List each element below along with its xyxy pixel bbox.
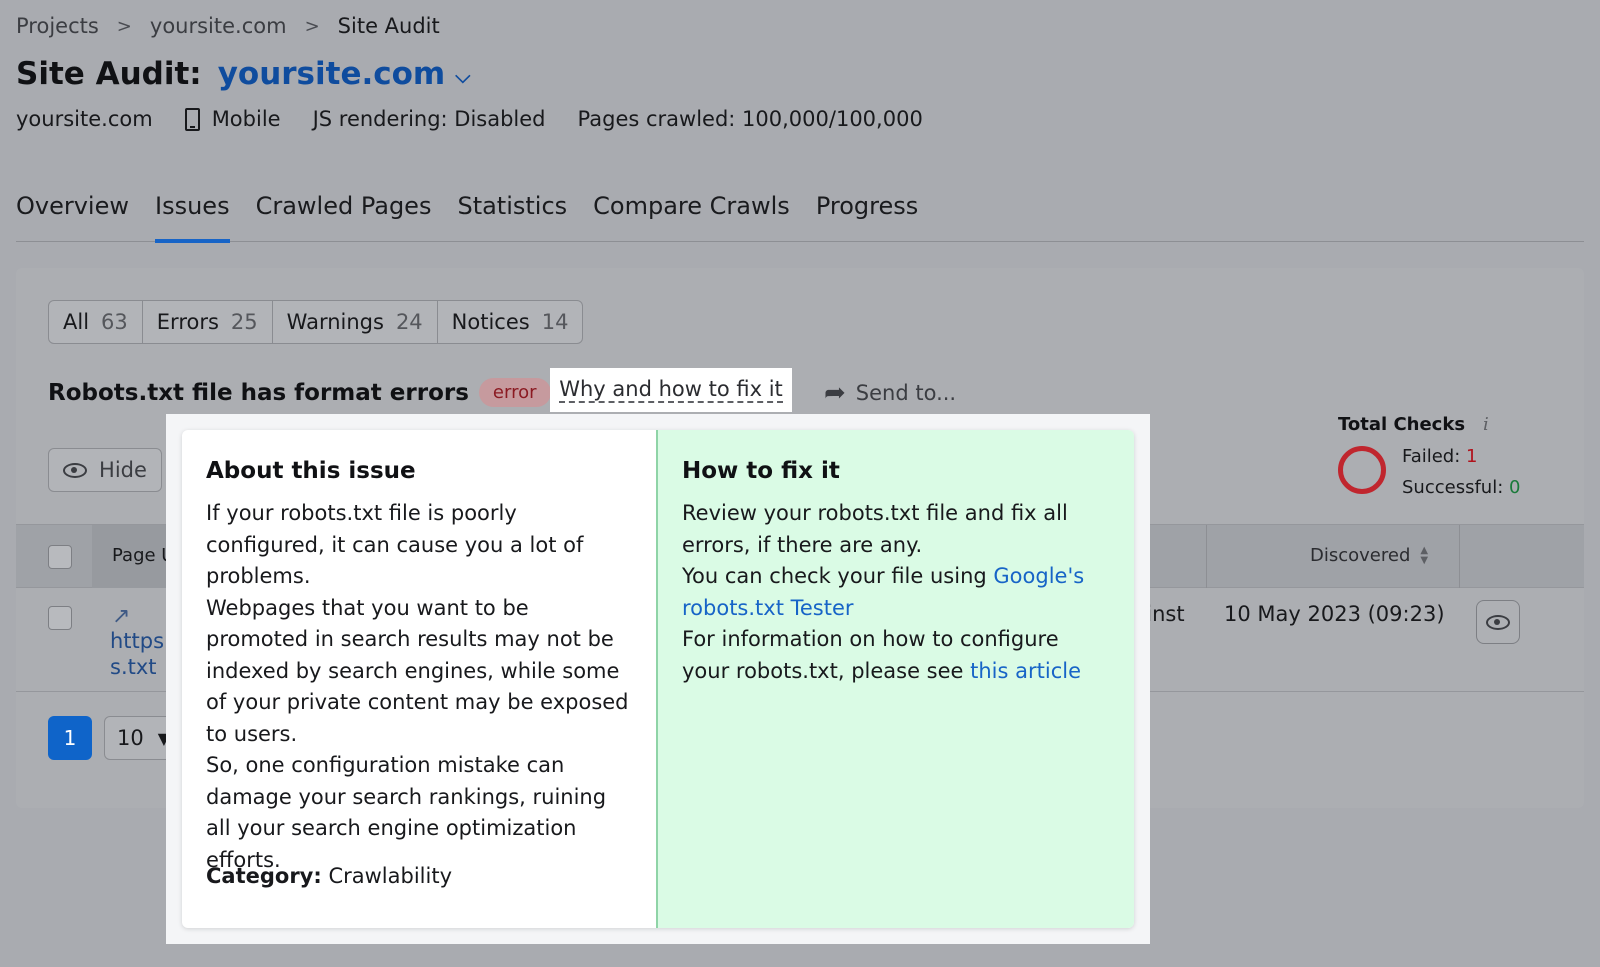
breadcrumb: Projects > yoursite.com > Site Audit	[16, 14, 440, 38]
page-title: Site Audit: yoursite.com ⌵	[16, 56, 470, 92]
total-checks-title: Total Checks i	[1338, 414, 1489, 435]
tab-issues[interactable]: Issues	[155, 184, 230, 243]
issue-filter-group: All 63 Errors 25 Warnings 24 Notices 14	[48, 300, 584, 344]
tab-compare-crawls[interactable]: Compare Crawls	[593, 184, 790, 241]
filter-count: 24	[395, 310, 423, 334]
filter-count: 14	[541, 310, 569, 334]
eye-icon	[63, 462, 88, 478]
domain-selector[interactable]: yoursite.com	[218, 56, 446, 92]
issue-header: Robots.txt file has format errors error	[48, 378, 551, 407]
page-title-prefix: Site Audit:	[16, 56, 202, 92]
issue-category: Category: Crawlability	[206, 864, 452, 888]
view-details-button[interactable]	[1476, 600, 1520, 644]
fix-paragraph: For information on how to configure your…	[682, 624, 1110, 687]
fix-paragraph: Review your robots.txt file and fix all …	[682, 501, 1068, 557]
successful-label: Successful:	[1402, 477, 1504, 498]
select-all-checkbox[interactable]	[48, 545, 72, 569]
send-to-button[interactable]: ➦ Send to...	[824, 378, 956, 408]
mobile-icon	[184, 107, 200, 131]
about-issue-title: About this issue	[206, 458, 416, 484]
tab-overview[interactable]: Overview	[16, 184, 129, 241]
filter-count: 25	[230, 310, 258, 334]
tab-statistics[interactable]: Statistics	[457, 184, 567, 241]
page-button-current[interactable]: 1	[48, 716, 92, 760]
successful-checks: Successful: 0	[1402, 477, 1520, 498]
meta-pages-crawled: Pages crawled: 100,000/100,000	[577, 107, 923, 131]
breadcrumb-current: Site Audit	[337, 14, 440, 38]
filter-all[interactable]: All 63	[49, 301, 143, 343]
checks-ring-chart	[1338, 446, 1386, 494]
breadcrumb-separator: >	[116, 15, 132, 37]
filter-count: 63	[101, 310, 128, 334]
issue-info-card: About this issue If your robots.txt file…	[182, 430, 1134, 928]
discovered-column-header[interactable]: Discovered ▲ ▼	[1310, 545, 1428, 566]
share-arrow-icon: ➦	[824, 378, 846, 408]
meta-js-rendering: JS rendering: Disabled	[312, 107, 546, 131]
external-link-icon[interactable]: ↗	[112, 604, 130, 629]
tab-bar: Overview Issues Crawled Pages Statistics…	[16, 184, 1584, 243]
why-and-how-to-fix-link[interactable]: Why and how to fix it	[550, 368, 792, 412]
eye-icon	[1486, 614, 1510, 630]
why-link-label: Why and how to fix it	[559, 377, 783, 403]
fix-text: You can check your file using	[682, 564, 994, 588]
about-paragraph: So, one configuration mistake can damage…	[206, 753, 607, 872]
issue-title: Robots.txt file has format errors	[48, 379, 469, 406]
project-meta: yoursite.com Mobile JS rendering: Disabl…	[16, 107, 955, 131]
filter-label: Errors	[156, 310, 219, 334]
per-page-value: 10	[117, 726, 144, 750]
filter-notices[interactable]: Notices 14	[438, 301, 583, 343]
chevron-down-icon[interactable]: ⌵	[455, 64, 470, 88]
successful-value: 0	[1509, 477, 1521, 498]
breadcrumb-projects[interactable]: Projects	[16, 14, 99, 38]
total-checks: Total Checks i Failed: 1 Successful: 0	[1338, 414, 1520, 498]
filter-label: Notices	[451, 310, 530, 334]
failed-value: 1	[1466, 446, 1478, 467]
meta-device-label: Mobile	[211, 107, 281, 131]
category-label: Category:	[206, 864, 322, 888]
discovered-label: Discovered	[1310, 545, 1411, 566]
status-badge: error	[478, 378, 551, 407]
category-value: Crawlability	[328, 864, 453, 888]
tab-crawled-pages[interactable]: Crawled Pages	[256, 184, 432, 241]
failed-checks: Failed: 1	[1402, 446, 1478, 467]
this-article-link[interactable]: this article	[970, 659, 1081, 683]
meta-site: yoursite.com	[16, 107, 153, 131]
breadcrumb-separator: >	[304, 15, 320, 37]
breadcrumb-site[interactable]: yoursite.com	[150, 14, 287, 38]
about-paragraph: Webpages that you want to be promoted in…	[206, 595, 629, 746]
send-to-label: Send to...	[855, 381, 957, 405]
row-checkbox[interactable]	[48, 606, 72, 630]
about-issue-section: About this issue If your robots.txt file…	[182, 430, 658, 928]
total-checks-label: Total Checks	[1338, 414, 1466, 435]
filter-label: Warnings	[286, 310, 384, 334]
hide-button[interactable]: Hide	[48, 448, 162, 492]
meta-device: Mobile	[184, 107, 281, 131]
how-to-fix-section: How to fix it Review your robots.txt fil…	[658, 430, 1134, 928]
info-icon[interactable]: i	[1483, 414, 1489, 435]
about-paragraph: If your robots.txt file is poorly config…	[206, 501, 584, 588]
discovered-date: 10 May 2023 (09:23)	[1224, 602, 1445, 626]
filter-label: All	[63, 310, 90, 334]
how-to-fix-title: How to fix it	[682, 458, 840, 484]
fix-paragraph: You can check your file using Google's r…	[682, 561, 1110, 624]
filter-errors[interactable]: Errors 25	[143, 301, 273, 343]
sort-icon[interactable]: ▲ ▼	[1420, 545, 1428, 566]
tab-progress[interactable]: Progress	[816, 184, 918, 241]
issue-info-popover: About this issue If your robots.txt file…	[166, 414, 1150, 944]
failed-label: Failed:	[1402, 446, 1461, 467]
hide-label: Hide	[99, 458, 147, 482]
filter-warnings[interactable]: Warnings 24	[273, 301, 438, 343]
